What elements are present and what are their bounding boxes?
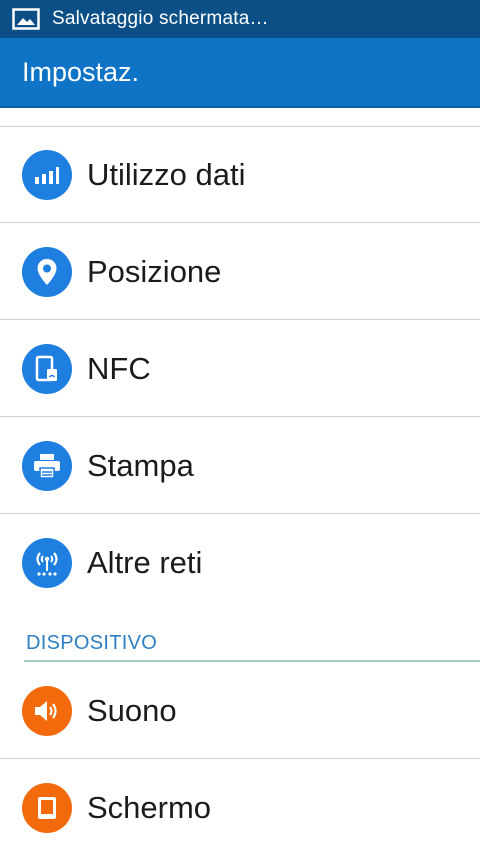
nfc-icon bbox=[22, 343, 72, 394]
page-title[interactable]: Impostaz. bbox=[22, 57, 139, 88]
data-usage-icon bbox=[22, 149, 72, 200]
status-bar: Salvataggio schermata… bbox=[0, 0, 480, 38]
settings-item-label: NFC bbox=[87, 350, 151, 386]
app-bar: Impostaz. bbox=[0, 38, 480, 108]
speaker-icon bbox=[22, 685, 72, 736]
section-divider bbox=[24, 660, 480, 662]
settings-item-nfc[interactable]: NFC bbox=[0, 321, 480, 417]
settings-item-data-usage[interactable]: Utilizzo dati bbox=[0, 127, 480, 223]
screenshot-image-icon bbox=[12, 7, 42, 31]
settings-item-more-networks[interactable]: Altre reti bbox=[0, 515, 480, 611]
settings-item-label: Altre reti bbox=[87, 545, 203, 580]
settings-item-sound[interactable]: Suono bbox=[0, 663, 480, 759]
settings-item-label: Utilizzo dati bbox=[87, 156, 246, 192]
settings-item-location[interactable]: Posizione bbox=[0, 224, 480, 320]
settings-item-label: Posizione bbox=[87, 253, 222, 289]
display-icon bbox=[22, 783, 72, 833]
settings-item-label: Suono bbox=[87, 692, 177, 728]
settings-item-display[interactable]: Schermo bbox=[0, 760, 480, 856]
printer-icon bbox=[22, 440, 72, 491]
section-header-device: DISPOSITIVO bbox=[0, 618, 480, 662]
location-pin-icon bbox=[22, 246, 72, 297]
settings-item-label: Stampa bbox=[87, 447, 194, 483]
wireless-tower-icon bbox=[22, 538, 72, 588]
settings-item-label: Schermo bbox=[87, 790, 212, 825]
settings-item-print[interactable]: Stampa bbox=[0, 418, 480, 514]
status-notification-text: Salvataggio schermata… bbox=[52, 8, 269, 29]
section-header-label: DISPOSITIVO bbox=[26, 632, 158, 654]
